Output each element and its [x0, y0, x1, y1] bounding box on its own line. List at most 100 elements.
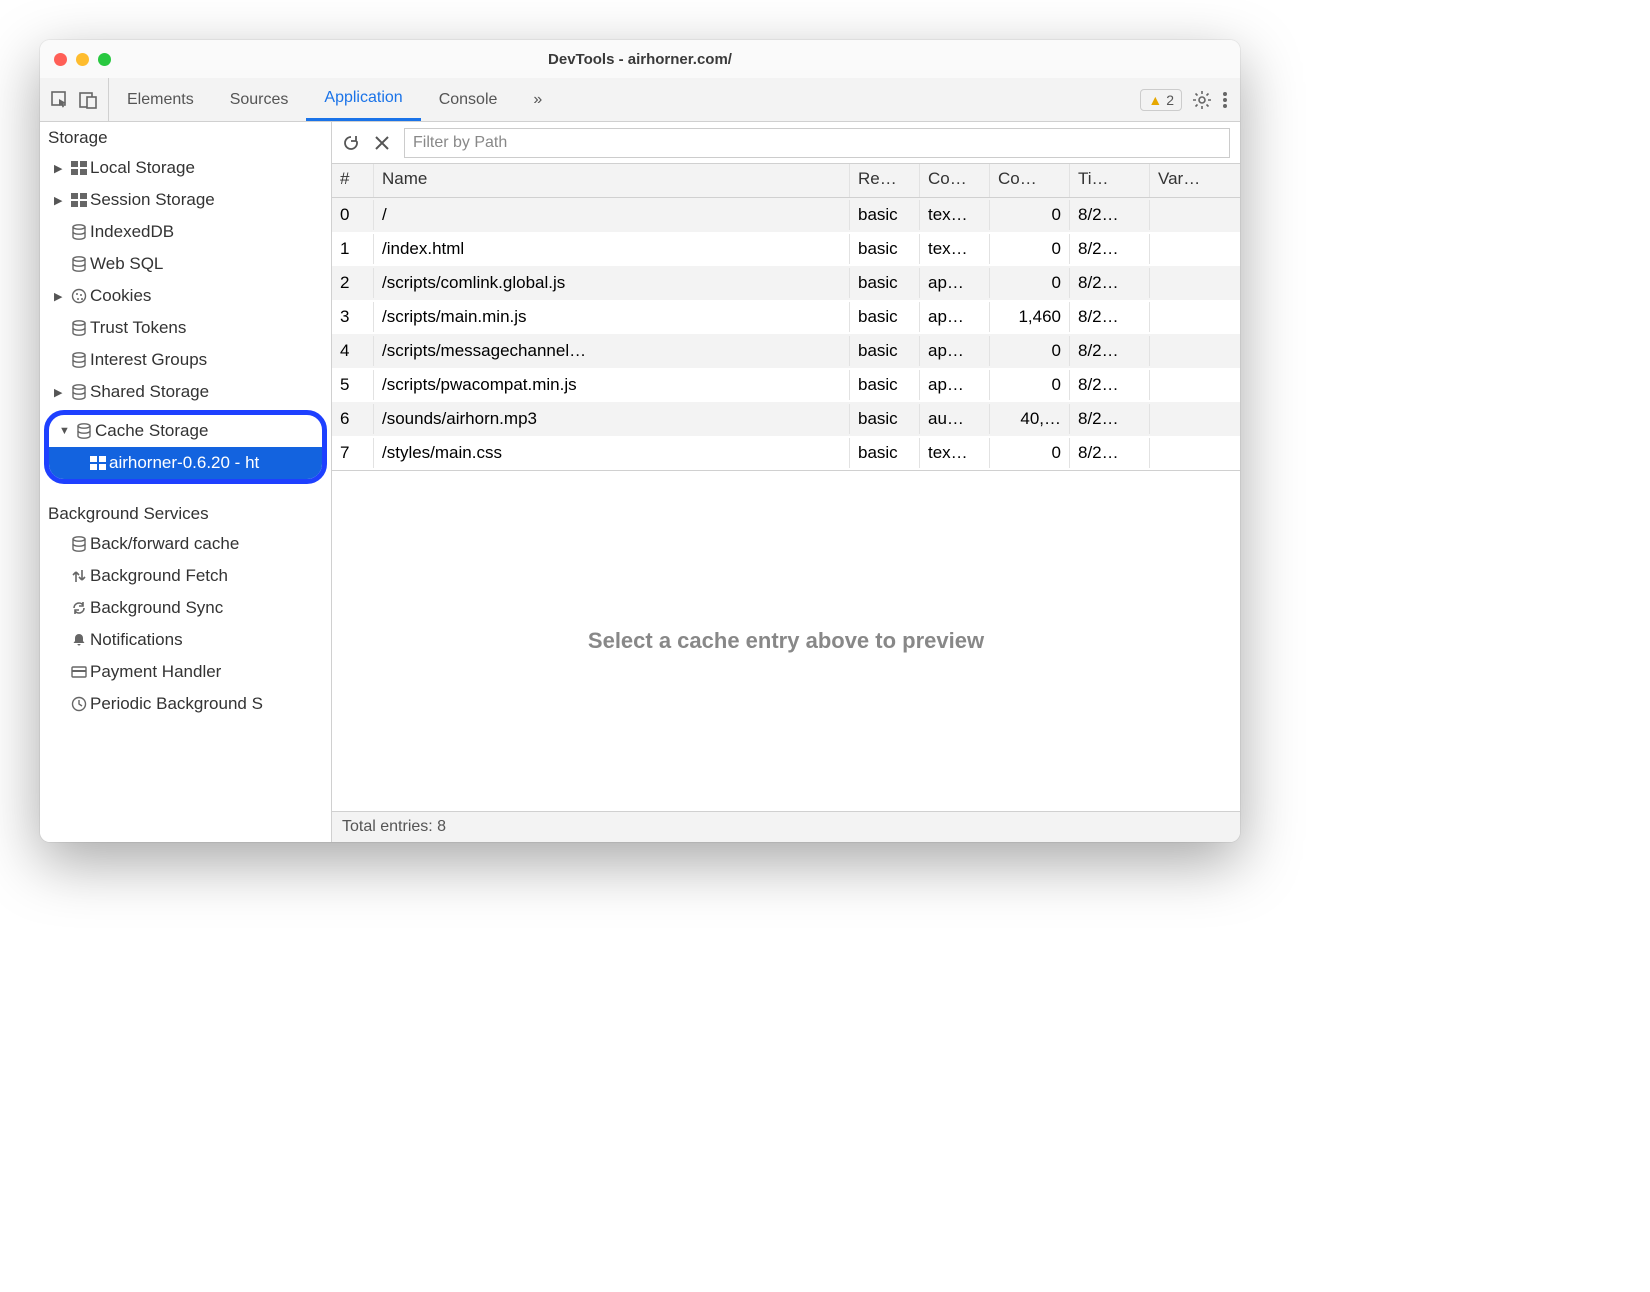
- sidebar-item[interactable]: Notifications: [40, 624, 331, 656]
- table-row[interactable]: 2/scripts/comlink.global.jsbasicap…08/2…: [332, 266, 1240, 300]
- db-icon: [68, 536, 90, 552]
- col-index[interactable]: #: [332, 164, 374, 197]
- table-row[interactable]: 6/sounds/airhorn.mp3basicau…40,…8/2…: [332, 402, 1240, 436]
- database-icon: [73, 423, 95, 439]
- cell-content-length: 0: [990, 336, 1070, 366]
- more-menu-icon[interactable]: [1222, 90, 1228, 110]
- sidebar-item[interactable]: ▶Shared Storage: [40, 376, 331, 408]
- tab-elements[interactable]: Elements: [109, 78, 212, 121]
- db-icon: [68, 320, 90, 336]
- cell-content-type: tex…: [920, 234, 990, 264]
- db-icon: [68, 352, 90, 368]
- preview-placeholder: Select a cache entry above to preview: [332, 470, 1240, 811]
- cell-content-type: ap…: [920, 370, 990, 400]
- cell-time: 8/2…: [1070, 404, 1150, 434]
- sidebar-item-label: Cookies: [90, 286, 151, 306]
- col-response[interactable]: Re…: [850, 164, 920, 197]
- col-content-type[interactable]: Co…: [920, 164, 990, 197]
- chevron-icon: ▶: [54, 386, 68, 399]
- chevron-icon: ▶: [54, 290, 68, 303]
- sidebar-item-label: airhorner-0.6.20 - ht: [109, 453, 259, 473]
- table-row[interactable]: 0/basictex…08/2…: [332, 198, 1240, 232]
- card-icon: [68, 665, 90, 679]
- total-entries-label: Total entries: 8: [342, 818, 446, 835]
- settings-icon[interactable]: [1192, 90, 1212, 110]
- sidebar-item-label: Trust Tokens: [90, 318, 186, 338]
- cell-time: 8/2…: [1070, 438, 1150, 468]
- devtools-window: DevTools - airhorner.com/ Elements Sourc…: [40, 40, 1240, 842]
- tab-sources[interactable]: Sources: [212, 78, 307, 121]
- col-content-length[interactable]: Co…: [990, 164, 1070, 197]
- filter-input[interactable]: [404, 128, 1230, 158]
- cell-index: 2: [332, 268, 374, 298]
- sidebar-item[interactable]: Periodic Background S: [40, 688, 331, 720]
- sidebar-item[interactable]: Payment Handler: [40, 656, 331, 688]
- sidebar-item-label: Interest Groups: [90, 350, 207, 370]
- cell-index: 5: [332, 370, 374, 400]
- sidebar-item[interactable]: ▶Session Storage: [40, 184, 331, 216]
- sidebar-item[interactable]: ▶Local Storage: [40, 152, 331, 184]
- cell-index: 1: [332, 234, 374, 264]
- table-footer: Total entries: 8: [332, 811, 1240, 842]
- cell-content-type: tex…: [920, 200, 990, 230]
- cell-content-type: au…: [920, 404, 990, 434]
- cell-response: basic: [850, 302, 920, 332]
- tab-console[interactable]: Console: [421, 78, 516, 121]
- col-vary[interactable]: Var…: [1150, 164, 1240, 197]
- table-row[interactable]: 5/scripts/pwacompat.min.jsbasicap…08/2…: [332, 368, 1240, 402]
- background-services-heading: Background Services: [40, 498, 331, 528]
- warnings-badge[interactable]: ▲ 2: [1140, 89, 1182, 111]
- cell-response: basic: [850, 234, 920, 264]
- sidebar-item-cache-storage[interactable]: ▼ Cache Storage: [49, 415, 322, 447]
- cell-index: 4: [332, 336, 374, 366]
- sidebar-item-label: IndexedDB: [90, 222, 174, 242]
- sidebar-item[interactable]: Trust Tokens: [40, 312, 331, 344]
- bell-icon: [68, 632, 90, 648]
- cell-time: 8/2…: [1070, 302, 1150, 332]
- cell-time: 8/2…: [1070, 336, 1150, 366]
- sidebar-item-label: Session Storage: [90, 190, 215, 210]
- cell-response: basic: [850, 336, 920, 366]
- inspect-icon[interactable]: [50, 90, 70, 110]
- cell-time: 8/2…: [1070, 200, 1150, 230]
- db-icon: [68, 384, 90, 400]
- table-row[interactable]: 4/scripts/messagechannel…basicap…08/2…: [332, 334, 1240, 368]
- table-row[interactable]: 7/styles/main.cssbasictex…08/2…: [332, 436, 1240, 470]
- sidebar-item[interactable]: Background Fetch: [40, 560, 331, 592]
- cell-content-length: 0: [990, 234, 1070, 264]
- table-row[interactable]: 3/scripts/main.min.jsbasicap…1,4608/2…: [332, 300, 1240, 334]
- tab-more[interactable]: »: [515, 78, 560, 121]
- cell-response: basic: [850, 200, 920, 230]
- sidebar-item[interactable]: Web SQL: [40, 248, 331, 280]
- sidebar-item[interactable]: Background Sync: [40, 592, 331, 624]
- sidebar-item-label: Periodic Background S: [90, 694, 263, 714]
- sidebar-item[interactable]: ▶ Cookies: [40, 280, 331, 312]
- sidebar-item-label: Cache Storage: [95, 421, 208, 441]
- cell-response: basic: [850, 438, 920, 468]
- sidebar-item[interactable]: Interest Groups: [40, 344, 331, 376]
- grid-icon: [87, 456, 109, 470]
- device-toggle-icon[interactable]: [78, 90, 98, 110]
- sidebar-cache-entry[interactable]: airhorner-0.6.20 - ht: [49, 447, 322, 479]
- warning-count: 2: [1166, 92, 1174, 108]
- cache-storage-highlight: ▼ Cache Storage airhorner-0.6.20 - ht: [44, 410, 327, 484]
- tab-application[interactable]: Application: [306, 78, 420, 121]
- cell-content-length: 0: [990, 438, 1070, 468]
- table-row[interactable]: 1/index.htmlbasictex…08/2…: [332, 232, 1240, 266]
- sidebar: Storage ▶Local Storage▶Session StorageIn…: [40, 122, 332, 842]
- cell-content-length: 0: [990, 200, 1070, 230]
- sidebar-item-label: Back/forward cache: [90, 534, 239, 554]
- cell-name: /index.html: [374, 234, 850, 264]
- col-name[interactable]: Name: [374, 164, 850, 197]
- sidebar-item[interactable]: Back/forward cache: [40, 528, 331, 560]
- clear-icon[interactable]: [374, 135, 390, 151]
- cell-content-type: ap…: [920, 268, 990, 298]
- cache-table: # Name Re… Co… Co… Ti… Var… 0/basictex…0…: [332, 164, 1240, 470]
- col-time[interactable]: Ti…: [1070, 164, 1150, 197]
- sidebar-item[interactable]: IndexedDB: [40, 216, 331, 248]
- cell-vary: [1150, 210, 1240, 220]
- refresh-icon[interactable]: [342, 134, 360, 152]
- cell-response: basic: [850, 370, 920, 400]
- cell-index: 3: [332, 302, 374, 332]
- cell-content-type: ap…: [920, 302, 990, 332]
